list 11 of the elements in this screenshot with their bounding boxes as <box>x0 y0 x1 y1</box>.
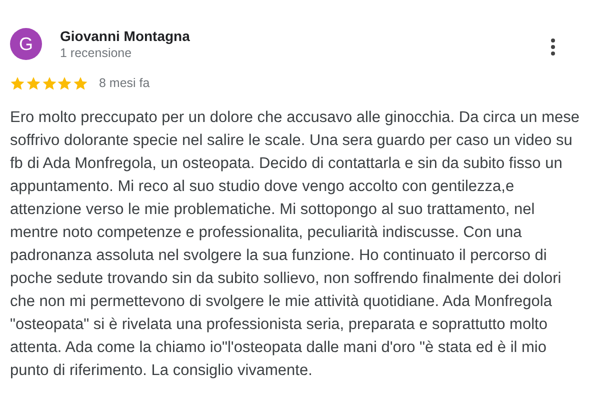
kebab-menu-icon <box>550 38 556 56</box>
review-text: Ero molto preccupato per un dolore che accusavo alle ginocchia. Da circa un mese soffrivo dolorante specie nel salire le scale. Una sera guardo per caso un video su fb di Ada Monfregola, un osteopata. Decido di contattarla e sin da subito fisso un appuntamento. Mi reco al suo studio dove vengo accolto con gentilezza,e attenzione verso le mie problematiche. Mi sottopongo al suo trattamento, nel mentre noto competenze e professionalita, peculiarità indiscusse. Con una padronanza assoluta nel svolgere la sua funzione. Ho continuato il percorso di poche sedute trovando sin da subito sollievo, non soffrendo finalmente dei dolori che non mi permettevono di svolgere le mie attività quotidiane. Ada Monfregola "osteopata" si è rivelata una professionista seria, preparata e soprattutto molto attenta. Ada come la chiamo io"l'osteopata dalle mani d'oro "è stata ed è il mio punto di riferimento. La consiglio vivamente. <box>10 108 581 381</box>
author-name[interactable]: Giovanni Montagna <box>60 27 190 45</box>
star-icon <box>73 76 88 91</box>
star-icon <box>42 76 57 91</box>
star-icon <box>26 76 41 91</box>
avatar[interactable]: G <box>10 28 42 60</box>
review-count: 1 recensione <box>60 45 132 61</box>
star-icon <box>57 76 72 91</box>
star-icon <box>10 76 25 91</box>
review-time: 8 mesi fa <box>98 75 150 92</box>
